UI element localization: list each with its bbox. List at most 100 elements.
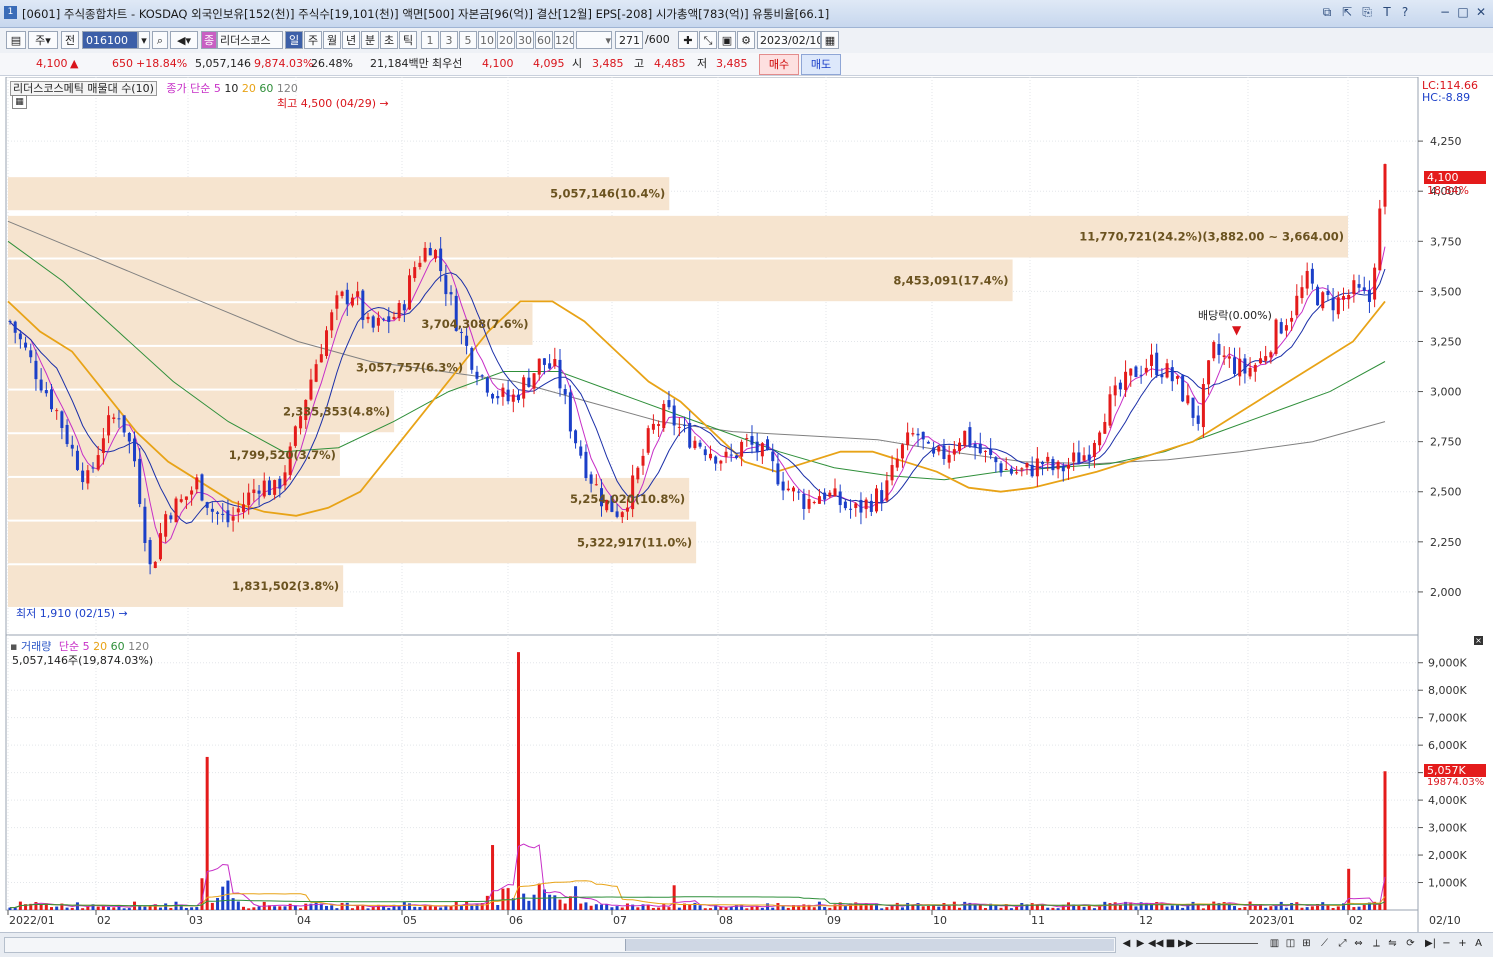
calendar-icon[interactable]: ▦ xyxy=(821,31,839,49)
buy-button[interactable]: 매수 xyxy=(759,54,799,75)
candle-body xyxy=(677,426,681,428)
volume-bar xyxy=(802,904,806,910)
grid-toggle-icon[interactable]: ▦ xyxy=(12,95,27,109)
expand-icon[interactable]: ⇔ xyxy=(1352,937,1365,951)
auto-scale-button[interactable]: A xyxy=(1472,937,1485,951)
scroll-right-small-button[interactable]: ▶ xyxy=(1134,937,1147,951)
interval-3[interactable]: 3 xyxy=(440,31,458,49)
candle-body xyxy=(91,467,95,469)
candle-icon[interactable]: ◫ xyxy=(1284,937,1297,951)
candle-body xyxy=(169,515,173,520)
scroll-left-button[interactable]: ◀ xyxy=(1120,937,1133,951)
refresh-icon[interactable]: ⟳ xyxy=(1404,937,1417,951)
interval-60[interactable]: 60 xyxy=(535,31,553,49)
zoom-out-button[interactable]: − xyxy=(1440,937,1453,951)
period-tick[interactable]: 틱 xyxy=(399,31,417,49)
volume-bar xyxy=(439,907,443,910)
mode-select[interactable]: 주▾ xyxy=(28,31,58,49)
maximize-icon[interactable]: □ xyxy=(1456,5,1470,19)
x-tick-label: 02/10 xyxy=(1429,914,1461,927)
zoom-in-button[interactable]: + xyxy=(1456,937,1469,951)
sell-button[interactable]: 매도 xyxy=(801,54,841,75)
interval-120[interactable]: 120 xyxy=(554,31,574,49)
grid-icon[interactable]: ⊞ xyxy=(1300,937,1313,951)
period-second[interactable]: 초 xyxy=(380,31,398,49)
x-tick-label: 02 xyxy=(1349,914,1363,927)
layout-icon[interactable]: ▤ xyxy=(6,31,26,49)
compress-icon[interactable]: ⇋ xyxy=(1386,937,1399,951)
volume-bar xyxy=(1201,908,1205,910)
save-icon[interactable]: ▣ xyxy=(718,31,736,49)
volume-bar xyxy=(418,907,422,910)
trendline-icon[interactable]: ⟋ xyxy=(1318,937,1331,951)
volume-tick-label: 2,000K xyxy=(1428,849,1467,862)
search-icon[interactable]: ⌕ xyxy=(152,31,168,49)
scroll-end-button[interactable]: ▶| xyxy=(1424,937,1437,951)
sound-icon[interactable]: ◀▾ xyxy=(170,31,198,49)
candle-body xyxy=(1124,371,1128,390)
draw-icon[interactable]: ⤡ xyxy=(699,31,717,49)
link-icon[interactable]: ⎘ xyxy=(1360,5,1374,19)
speed-slider[interactable] xyxy=(1196,943,1258,944)
price-legend-title[interactable]: 리더스코스메틱 매물대 수(10) xyxy=(10,81,157,96)
x-tick-label: 04 xyxy=(297,914,311,927)
period-day[interactable]: 일 xyxy=(285,31,303,49)
chart-type-icon[interactable]: ▥ xyxy=(1268,937,1281,951)
interval-1[interactable]: 1 xyxy=(421,31,439,49)
price-tick-label: 3,250 xyxy=(1430,335,1462,348)
scope-toggle[interactable]: 전 xyxy=(61,31,79,49)
date-input[interactable]: 2023/02/10 xyxy=(757,31,821,49)
measure-icon[interactable]: ⟂ xyxy=(1370,937,1383,951)
period-minute[interactable]: 분 xyxy=(361,31,379,49)
candle-body xyxy=(1144,367,1148,373)
zoom-icon[interactable]: ⤢ xyxy=(1336,937,1349,951)
rewind-button[interactable]: ◀◀ xyxy=(1148,937,1163,951)
interval-5[interactable]: 5 xyxy=(459,31,477,49)
stock-code-input[interactable]: 016100 xyxy=(82,31,138,49)
candle-body xyxy=(164,514,168,537)
close-panel-icon[interactable]: × xyxy=(1474,636,1483,645)
candle-body xyxy=(594,484,598,486)
candle-body xyxy=(330,312,334,331)
volume-bar xyxy=(1378,904,1382,910)
stop-button[interactable]: ■ xyxy=(1164,937,1177,951)
count-input[interactable]: 271 xyxy=(615,31,643,49)
volume-bar xyxy=(698,905,702,910)
candle-body xyxy=(843,501,847,509)
candle-body xyxy=(1238,358,1242,377)
period-year[interactable]: 년 xyxy=(342,31,360,49)
restore-icon[interactable]: ⧉ xyxy=(1320,5,1334,19)
candle-body xyxy=(776,463,780,485)
help-icon[interactable]: ? xyxy=(1398,5,1412,19)
code-dropdown-icon[interactable]: ▾ xyxy=(138,31,150,49)
volume-bar xyxy=(776,903,780,910)
minimize-icon[interactable]: − xyxy=(1438,5,1452,19)
fast-forward-button[interactable]: ▶▶ xyxy=(1178,937,1193,951)
candle-body xyxy=(916,433,920,436)
scrollbar-thumb[interactable] xyxy=(625,939,1114,951)
period-month[interactable]: 월 xyxy=(323,31,341,49)
volume-bar xyxy=(1108,903,1112,910)
volume-bar xyxy=(1056,908,1060,910)
trade-amount: 21,184백만 xyxy=(370,57,429,70)
crosshair-icon[interactable]: ✚ xyxy=(678,31,698,49)
interval-30[interactable]: 30 xyxy=(516,31,534,49)
text-icon[interactable]: T xyxy=(1380,5,1394,19)
stock-chart[interactable]: 2022/01 02 03 04 05 06 07 08 09 10 11 12 2023/01 02 02… xyxy=(0,77,1493,932)
volume-bar xyxy=(501,888,505,910)
candle-body xyxy=(1373,267,1377,300)
period-week[interactable]: 주 xyxy=(304,31,322,49)
candle-body xyxy=(864,499,868,510)
candle-body xyxy=(1217,343,1221,355)
volume-bar xyxy=(283,906,287,910)
window-number-icon: 1 xyxy=(4,6,17,19)
settings-icon[interactable]: ⚙ xyxy=(737,31,755,49)
chart-scrollbar[interactable] xyxy=(4,937,1116,953)
interval-dropdown[interactable]: ▾ xyxy=(576,31,612,49)
pin-icon[interactable]: ⇱ xyxy=(1340,5,1354,19)
interval-20[interactable]: 20 xyxy=(497,31,515,49)
candle-body xyxy=(693,440,697,449)
candle-body xyxy=(143,506,147,543)
interval-10[interactable]: 10 xyxy=(478,31,496,49)
close-icon[interactable]: ✕ xyxy=(1474,5,1488,19)
